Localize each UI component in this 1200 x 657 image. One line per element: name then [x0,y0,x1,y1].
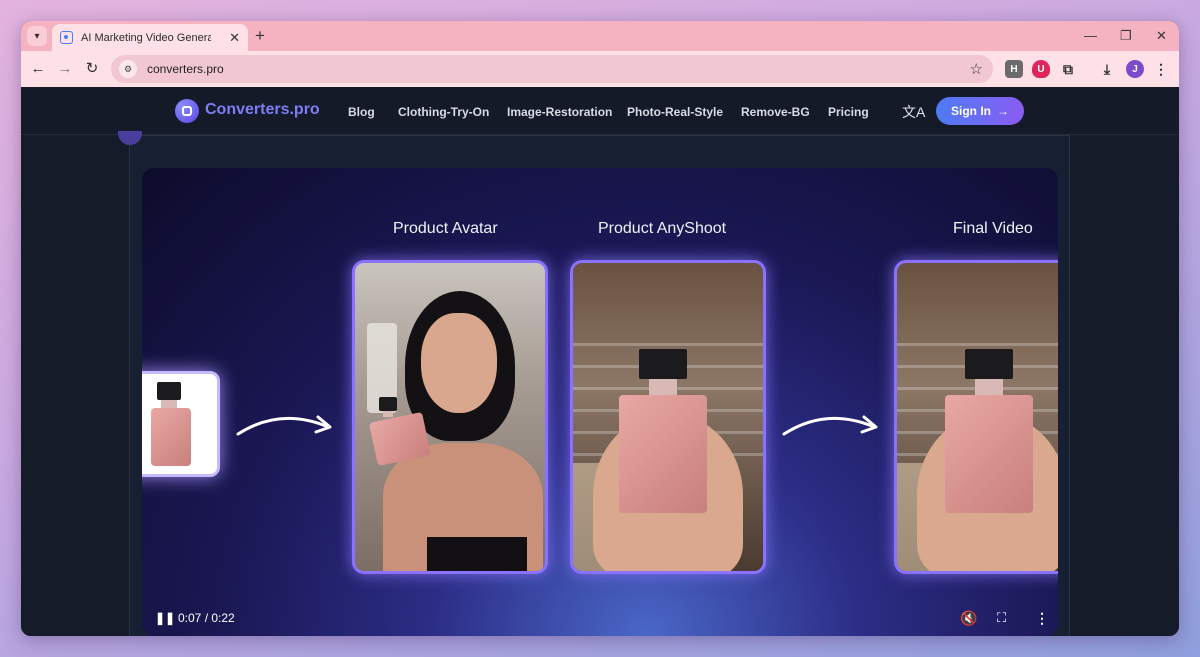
sign-in-button[interactable]: Sign In → [936,97,1024,125]
arrow-icon [236,415,332,436]
webpage: Converters.pro Blog Clothing-Try-On Imag… [21,87,1179,636]
extensions-puzzle-icon[interactable]: ⧉ [1059,60,1077,78]
download-icon[interactable]: ⤓ [1098,60,1116,78]
arrow-right-icon: → [997,104,1009,118]
nav-image-restoration[interactable]: Image-Restoration [507,105,612,119]
new-tab-icon[interactable]: + [255,27,265,44]
browser-menu-icon[interactable]: ⋮ [1152,60,1170,78]
tab-title: AI Marketing Video Generator | [81,31,211,44]
stage-label-product-avatar: Product Avatar [393,220,498,237]
nav-blog[interactable]: Blog [348,105,375,119]
tab-favicon-icon [60,31,73,44]
product-anyshoot-image [570,260,766,574]
active-tab[interactable]: AI Marketing Video Generator | ✕ [52,24,248,51]
stage-label-product-anyshoot: Product AnyShoot [598,220,727,237]
browser-toolbar: ← → ↻ ⚙ converters.pro ☆ H U ⧉ ⤓ J ⋮ [21,51,1179,87]
back-icon[interactable]: ← [28,59,48,79]
restore-icon[interactable]: ❐ [1120,28,1132,44]
extension-h-icon[interactable]: H [1005,60,1023,78]
product-input-image [142,371,220,477]
profile-avatar[interactable]: J [1126,60,1144,78]
nav-pricing[interactable]: Pricing [828,105,869,119]
video-menu-icon[interactable]: ⋮ [1035,610,1049,627]
site-header: Converters.pro Blog Clothing-Try-On Imag… [21,87,1179,135]
close-window-icon[interactable]: ✕ [1156,28,1167,44]
nav-clothing-try-on[interactable]: Clothing-Try-On [398,105,489,119]
arrow-icon [782,415,878,436]
profile-initial: J [1132,63,1138,75]
nav-photo-real-style[interactable]: Photo-Real-Style [627,105,723,119]
stage-label-final-video: Final Video [953,220,1033,237]
url-text[interactable]: converters.pro [147,62,224,76]
bookmark-star-icon[interactable]: ☆ [970,60,983,78]
address-bar[interactable]: ⚙ converters.pro ☆ [111,55,993,83]
nav-remove-bg[interactable]: Remove-BG [741,105,810,119]
logo-text[interactable]: Converters.pro [205,101,320,119]
marketing-video[interactable]: Product Avatar Product AnyShoot Final Vi… [142,168,1058,636]
mute-icon[interactable]: 🔇 [960,610,977,627]
video-time: 0:07 / 0:22 [178,611,235,625]
tab-strip: ▾ AI Marketing Video Generator | ✕ + — ❐… [21,21,1179,51]
video-controls: ❚❚ 0:07 / 0:22 🔇 ⛶ ⋮ [142,600,1058,636]
translate-icon[interactable]: 文A [902,102,925,122]
logo-icon[interactable] [175,99,199,123]
extension-h-label: H [1010,63,1018,75]
forward-icon[interactable]: → [55,59,75,79]
tab-close-icon[interactable]: ✕ [229,30,240,46]
site-info-icon[interactable]: ⚙ [119,60,137,78]
sign-in-label: Sign In [951,104,991,118]
final-video-image [894,260,1058,574]
browser-window: ▾ AI Marketing Video Generator | ✕ + — ❐… [21,21,1179,636]
reload-icon[interactable]: ↻ [82,59,102,79]
pause-icon[interactable]: ❚❚ [155,611,175,625]
minimize-icon[interactable]: — [1084,28,1097,43]
tab-search-icon[interactable]: ▾ [27,26,47,46]
fullscreen-icon[interactable]: ⛶ [997,610,1006,626]
product-avatar-image [352,260,548,574]
shield-extension-icon[interactable]: U [1032,60,1050,78]
